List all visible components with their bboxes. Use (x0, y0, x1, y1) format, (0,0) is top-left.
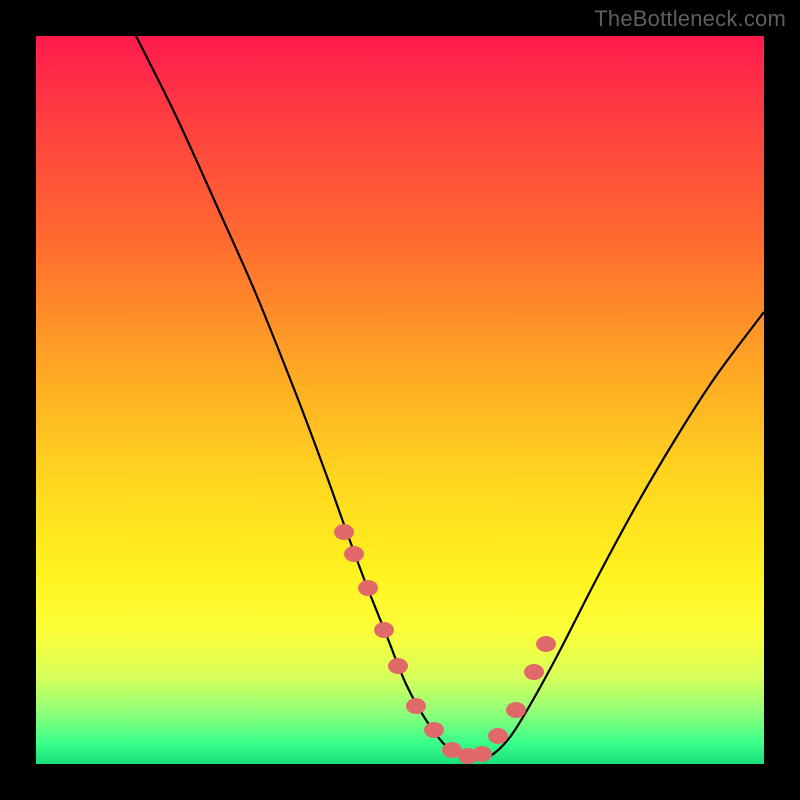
data-marker (358, 580, 378, 596)
plot-area (36, 36, 764, 764)
data-marker (406, 698, 426, 714)
chart-frame: TheBottleneck.com (0, 0, 800, 800)
data-marker (344, 546, 364, 562)
data-marker (334, 524, 354, 540)
watermark-label: TheBottleneck.com (594, 6, 786, 32)
data-markers (334, 524, 556, 764)
data-marker (536, 636, 556, 652)
data-marker (488, 728, 508, 744)
data-marker (374, 622, 394, 638)
chart-svg (36, 36, 764, 764)
data-marker (388, 658, 408, 674)
primary-curve (136, 36, 764, 760)
data-marker (424, 722, 444, 738)
data-marker (472, 746, 492, 762)
data-marker (524, 664, 544, 680)
data-marker (506, 702, 526, 718)
